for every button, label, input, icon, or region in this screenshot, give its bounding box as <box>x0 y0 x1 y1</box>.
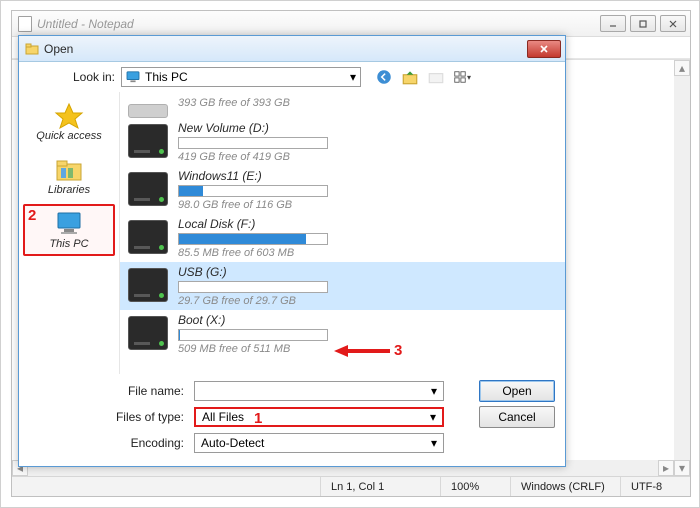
drive-info: New Volume (D:) 419 GB free of 419 GB <box>178 121 557 163</box>
monitor-icon <box>54 210 84 238</box>
place-label: Quick access <box>36 130 101 142</box>
drive-name: Local Disk (F:) <box>178 217 557 231</box>
chevron-down-icon[interactable]: ▾ <box>431 436 437 450</box>
drive-usage-bar <box>178 281 328 293</box>
annotation-1: 1 <box>254 410 262 427</box>
this-pc-icon <box>126 71 140 83</box>
open-file-dialog: Open Look in: This PC ▾ <box>18 35 566 467</box>
place-label: This PC <box>49 238 88 250</box>
place-quick-access[interactable]: Quick access <box>23 96 115 148</box>
status-cursor-pos: Ln 1, Col 1 <box>320 477 440 496</box>
drive-row[interactable]: New Volume (D:) 419 GB free of 419 GB <box>120 118 565 166</box>
views-icon[interactable]: ▾ <box>453 68 471 86</box>
drive-usage-bar <box>178 137 328 149</box>
libraries-icon <box>54 156 84 184</box>
annotation-2: 2 <box>28 207 36 224</box>
file-name-input[interactable]: ▾ <box>194 381 444 401</box>
scroll-right-arrow-icon[interactable]: ▸ <box>658 460 674 476</box>
encoding-value: Auto-Detect <box>201 436 264 450</box>
back-icon[interactable] <box>375 68 393 86</box>
drive-info: 393 GB free of 393 GB <box>178 97 557 109</box>
drive-icon <box>128 220 168 254</box>
chevron-down-icon: ▾ <box>350 70 356 84</box>
encoding-dropdown[interactable]: Auto-Detect ▾ <box>194 433 444 453</box>
new-folder-icon[interactable] <box>427 68 445 86</box>
drive-icon <box>128 268 168 302</box>
drive-row[interactable]: Windows11 (E:) 98.0 GB free of 116 GB <box>120 166 565 214</box>
files-of-type-value: All Files <box>202 410 244 424</box>
minimize-button[interactable] <box>600 15 626 32</box>
open-button[interactable]: Open <box>479 380 555 402</box>
drive-row[interactable]: 393 GB free of 393 GB <box>120 94 565 118</box>
chevron-down-icon[interactable]: ▾ <box>431 384 437 398</box>
dialog-bottom-panel: File name: ▾ Open Files of type: All Fil… <box>19 374 565 466</box>
maximize-button[interactable] <box>630 15 656 32</box>
notepad-titlebar[interactable]: Untitled - Notepad <box>12 11 690 37</box>
drive-name: USB (G:) <box>178 265 557 279</box>
dialog-title: Open <box>44 42 73 56</box>
image-frame: Untitled - Notepad File Edit Format View… <box>0 0 700 508</box>
drive-icon <box>128 172 168 206</box>
drive-list: 393 GB free of 393 GB New Volume (D:) 419 … <box>119 92 565 374</box>
dialog-titlebar[interactable]: Open <box>19 36 565 62</box>
encoding-label: Encoding: <box>19 436 184 450</box>
files-of-type-dropdown[interactable]: All Files 1 ▾ <box>194 407 444 427</box>
drive-icon <box>128 316 168 350</box>
drive-info: Windows11 (E:) 98.0 GB free of 116 GB <box>178 169 557 211</box>
drive-row[interactable]: Local Disk (F:) 85.5 MB free of 603 MB <box>120 214 565 262</box>
drive-icon <box>128 124 168 158</box>
status-eol: Windows (CRLF) <box>510 477 620 496</box>
chevron-down-icon[interactable]: ▾ <box>430 410 436 424</box>
files-of-type-label: Files of type: <box>19 410 184 424</box>
notepad-icon <box>18 16 32 32</box>
dialog-icon <box>25 42 39 56</box>
close-button[interactable] <box>660 15 686 32</box>
annotation-3-arrow: 3 <box>334 342 402 359</box>
drive-free-text: 419 GB free of 419 GB <box>178 151 557 163</box>
scroll-up-arrow-icon[interactable]: ▴ <box>674 60 690 76</box>
place-label: Libraries <box>48 184 90 196</box>
drive-usage-bar <box>178 185 328 197</box>
status-zoom: 100% <box>440 477 510 496</box>
lookin-label: Look in: <box>27 70 115 84</box>
drive-free-text: 98.0 GB free of 116 GB <box>178 199 557 211</box>
notepad-statusbar: Ln 1, Col 1 100% Windows (CRLF) UTF-8 <box>12 476 690 496</box>
scroll-down-arrow-icon[interactable]: ▾ <box>674 460 690 476</box>
drive-row[interactable]: USB (G:) 29.7 GB free of 29.7 GB <box>120 262 565 310</box>
notepad-window: Untitled - Notepad File Edit Format View… <box>11 10 691 497</box>
drive-usage-bar <box>178 329 328 341</box>
drive-name: Boot (X:) <box>178 313 557 327</box>
drive-info: USB (G:) 29.7 GB free of 29.7 GB <box>178 265 557 307</box>
cancel-button[interactable]: Cancel <box>479 406 555 428</box>
drive-free-text: 85.5 MB free of 603 MB <box>178 247 557 259</box>
status-encoding: UTF-8 <box>620 477 690 496</box>
drive-name: New Volume (D:) <box>178 121 557 135</box>
dialog-close-button[interactable] <box>527 40 561 58</box>
annotation-3: 3 <box>394 342 402 359</box>
drive-usage-bar <box>178 233 328 245</box>
place-this-pc[interactable]: 2 This PC <box>23 204 115 256</box>
up-folder-icon[interactable] <box>401 68 419 86</box>
window-title: Untitled - Notepad <box>37 17 134 31</box>
drive-free-text: 393 GB free of 393 GB <box>178 97 557 109</box>
file-name-label: File name: <box>19 384 184 398</box>
lookin-value: This PC <box>145 70 188 84</box>
drive-free-text: 29.7 GB free of 29.7 GB <box>178 295 557 307</box>
star-icon <box>54 102 84 130</box>
place-libraries[interactable]: Libraries <box>23 150 115 202</box>
vertical-scrollbar[interactable]: ▴ ▾ <box>674 60 690 476</box>
drive-info: Local Disk (F:) 85.5 MB free of 603 MB <box>178 217 557 259</box>
drive-name: Windows11 (E:) <box>178 169 557 183</box>
lookin-dropdown[interactable]: This PC ▾ <box>121 67 361 87</box>
places-bar: Quick access Libraries 2 This PC <box>19 92 119 374</box>
